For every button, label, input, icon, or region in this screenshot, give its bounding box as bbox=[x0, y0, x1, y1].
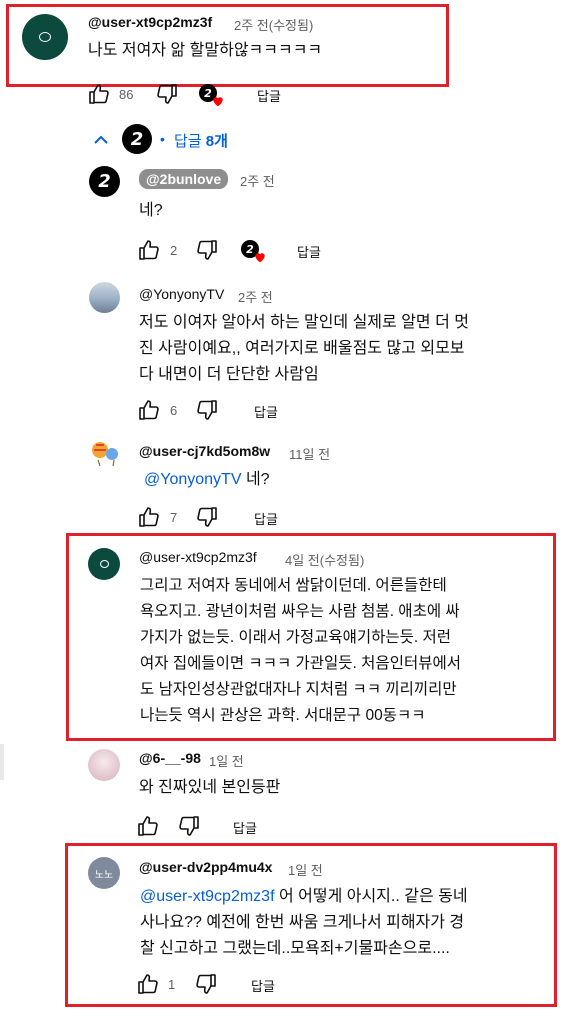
avatar[interactable] bbox=[88, 548, 120, 580]
thumbs-down-icon[interactable] bbox=[193, 972, 219, 996]
comment-text: 그리고 저여자 동네에서 쌈닭이던데. 어른들한테 욕오지고. 광년이처럼 싸우… bbox=[140, 577, 461, 724]
replies-toggle[interactable]: 답글 8개 bbox=[174, 130, 228, 151]
comment-time[interactable]: 2주 전 bbox=[238, 287, 273, 306]
creator-avatar: 2 bbox=[122, 124, 152, 154]
avatar[interactable] bbox=[89, 282, 120, 313]
thumbs-up-icon[interactable] bbox=[86, 82, 112, 106]
chevron-up-icon[interactable] bbox=[93, 133, 109, 145]
replies-prefix: 답글 bbox=[174, 133, 206, 150]
reply-button[interactable]: 답글 bbox=[254, 509, 278, 528]
comment-text: @user-xt9cp2mz3f 어 어떻게 아시지.. 같은 동네 사나요??… bbox=[140, 884, 550, 962]
comment-text-first: 어 어떻게 아시지.. 같은 동네 bbox=[274, 888, 468, 905]
comment-time[interactable]: 2주 전(수정됨) bbox=[234, 15, 313, 34]
like-count: 86 bbox=[119, 87, 134, 102]
comment-text-rest: 사나요?? 예전에 한번 싸움 크게나서 피해자가 경 찰 신고하고 그랬는데.… bbox=[140, 914, 465, 957]
thumbs-up-icon[interactable] bbox=[135, 814, 161, 838]
comment-author[interactable]: @user-dv2pp4mu4x bbox=[139, 859, 272, 875]
reply-button[interactable]: 답글 bbox=[251, 976, 275, 995]
avatar[interactable] bbox=[88, 749, 120, 781]
balloon-icon bbox=[92, 442, 118, 467]
comment-author[interactable]: @6-__-98 bbox=[139, 750, 201, 766]
left-edge-marker bbox=[0, 744, 4, 780]
thumbs-down-icon[interactable] bbox=[194, 505, 220, 529]
heart-icon bbox=[213, 97, 223, 107]
thumbs-down-icon[interactable] bbox=[154, 82, 180, 106]
reply-button[interactable]: 답글 bbox=[233, 818, 257, 837]
comment-author[interactable]: @user-xt9cp2mz3f bbox=[88, 14, 212, 30]
comment-text: 네? bbox=[139, 202, 163, 219]
heart-icon bbox=[255, 253, 265, 263]
thumbs-up-icon[interactable] bbox=[136, 398, 162, 422]
comment-text: 저도 이여자 알아서 하는 말인데 실제로 알면 더 멋 진 사람이예요,, 여… bbox=[139, 314, 469, 383]
comment-author[interactable]: @user-xt9cp2mz3f bbox=[139, 549, 257, 565]
thumbs-down-icon[interactable] bbox=[194, 238, 220, 262]
reply-button[interactable]: 답글 bbox=[257, 86, 281, 105]
comment-author[interactable]: @user-cj7kd5om8w bbox=[139, 443, 270, 459]
mention-link[interactable]: @YonyonyTV bbox=[144, 471, 241, 488]
thumbs-down-icon[interactable] bbox=[194, 398, 220, 422]
avatar[interactable] bbox=[88, 438, 120, 470]
comment-time[interactable]: 4일 전(수정됨) bbox=[285, 550, 364, 569]
comment-author[interactable]: @YonyonyTV bbox=[139, 286, 224, 302]
like-count: 7 bbox=[170, 510, 178, 525]
avatar[interactable] bbox=[22, 14, 68, 60]
comment-text: 와 진짜있네 본인등판 bbox=[139, 779, 281, 796]
replies-count: 8개 bbox=[205, 133, 228, 150]
comment-text: @YonyonyTV 네? bbox=[144, 467, 270, 493]
creator-author-chip[interactable]: @2bunlove bbox=[139, 169, 229, 189]
reply-button[interactable]: 답글 bbox=[254, 402, 278, 421]
thumbs-up-icon[interactable] bbox=[136, 505, 162, 529]
avatar[interactable]: 2 bbox=[89, 166, 120, 197]
thumbs-up-icon[interactable] bbox=[136, 238, 162, 262]
like-count: 6 bbox=[170, 403, 178, 418]
comment-time[interactable]: 2주 전 bbox=[240, 171, 275, 190]
comment-text-content: 네? bbox=[245, 471, 270, 488]
separator-dot: • bbox=[160, 131, 165, 147]
thumbs-down-icon[interactable] bbox=[176, 814, 202, 838]
avatar[interactable]: 노노 bbox=[88, 857, 120, 889]
thumbs-up-icon[interactable] bbox=[135, 972, 161, 996]
comment-time[interactable]: 1일 전 bbox=[209, 751, 244, 770]
reply-button[interactable]: 답글 bbox=[297, 242, 321, 261]
mention-link[interactable]: @user-xt9cp2mz3f bbox=[140, 888, 275, 905]
comment-time[interactable]: 11일 전 bbox=[289, 444, 330, 463]
comment-time[interactable]: 1일 전 bbox=[288, 860, 323, 879]
like-count: 2 bbox=[170, 243, 178, 258]
like-count: 1 bbox=[168, 977, 176, 992]
comment-text: 나도 저여자 앎 할말하않ㅋㅋㅋㅋㅋ bbox=[88, 42, 323, 59]
